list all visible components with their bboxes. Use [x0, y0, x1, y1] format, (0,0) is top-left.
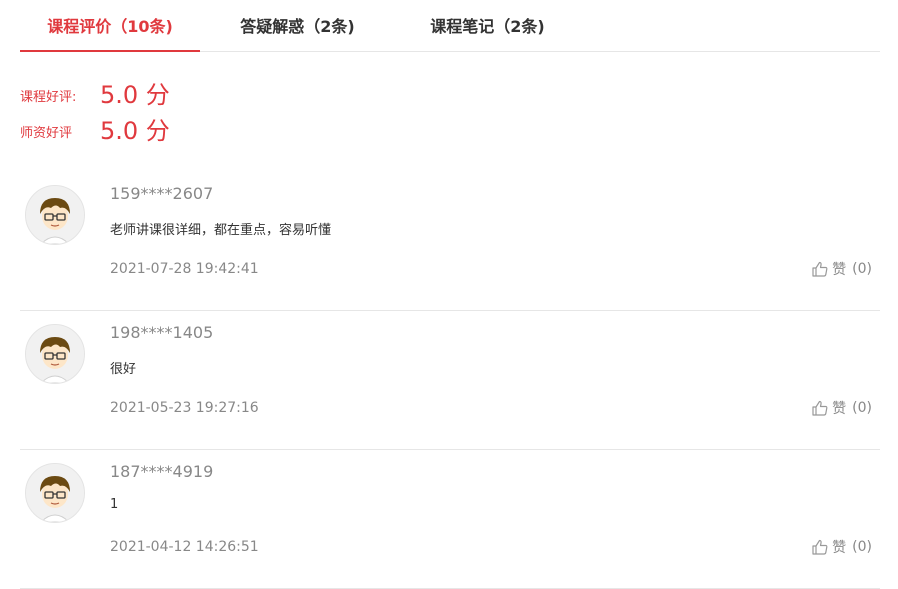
like-button[interactable]: 赞 (0) [811, 537, 872, 557]
comment-text: 老师讲课很详细，都在重点，容易听懂 [110, 223, 332, 238]
teacher-rating-label: 师资好评 [20, 125, 73, 141]
comment-timestamp: 2021-05-23 19:27:16 [110, 400, 259, 416]
like-label: 赞 [832, 540, 847, 556]
cartoon-avatar-icon [25, 463, 85, 523]
course-rating: 课程好评: 5.0 分 [20, 78, 170, 112]
tab-course-notes[interactable]: 课程笔记（2条) [415, 0, 560, 51]
course-review-panel: 课程评价（10条) 答疑解惑（2条) 课程笔记（2条) 课程好评: 5.0 分 … [0, 0, 898, 589]
comment-username: 187****4919 [110, 462, 214, 481]
course-rating-label: 课程好评: [20, 89, 77, 105]
comment-item: 159****2607 老师讲课很详细，都在重点，容易听懂 2021-07-28… [20, 171, 880, 311]
thumbs-up-icon [812, 261, 828, 277]
cartoon-avatar-icon [25, 324, 85, 384]
like-count: (0) [852, 539, 872, 555]
comment-item: 187****4919 1 2021-04-12 14:26:51 赞 (0) [20, 449, 880, 589]
comment-username: 198****1405 [110, 323, 214, 342]
tab-qa[interactable]: 答疑解惑（2条) [225, 0, 370, 51]
like-button[interactable]: 赞 (0) [811, 259, 872, 279]
thumbs-up-icon [812, 400, 828, 416]
comment-timestamp: 2021-07-28 19:42:41 [110, 261, 259, 277]
teacher-rating: 师资好评 5.0 分 [20, 114, 170, 148]
tab-bar: 课程评价（10条) 答疑解惑（2条) 课程笔记（2条) [20, 0, 880, 52]
like-label: 赞 [832, 262, 847, 278]
like-button[interactable]: 赞 (0) [811, 398, 872, 418]
like-count: (0) [852, 261, 872, 277]
cartoon-avatar-icon [25, 185, 85, 245]
like-label: 赞 [832, 401, 847, 417]
course-rating-score: 5.0 分 [100, 81, 170, 109]
thumbs-up-icon [812, 539, 828, 555]
comment-item: 198****1405 很好 2021-05-23 19:27:16 赞 (0) [20, 310, 880, 450]
comment-text: 很好 [110, 362, 137, 377]
tab-course-reviews[interactable]: 课程评价（10条) [20, 0, 200, 52]
comment-text: 1 [110, 497, 119, 512]
teacher-rating-score: 5.0 分 [100, 117, 170, 145]
comment-username: 159****2607 [110, 184, 214, 203]
comment-timestamp: 2021-04-12 14:26:51 [110, 539, 259, 555]
like-count: (0) [852, 400, 872, 416]
